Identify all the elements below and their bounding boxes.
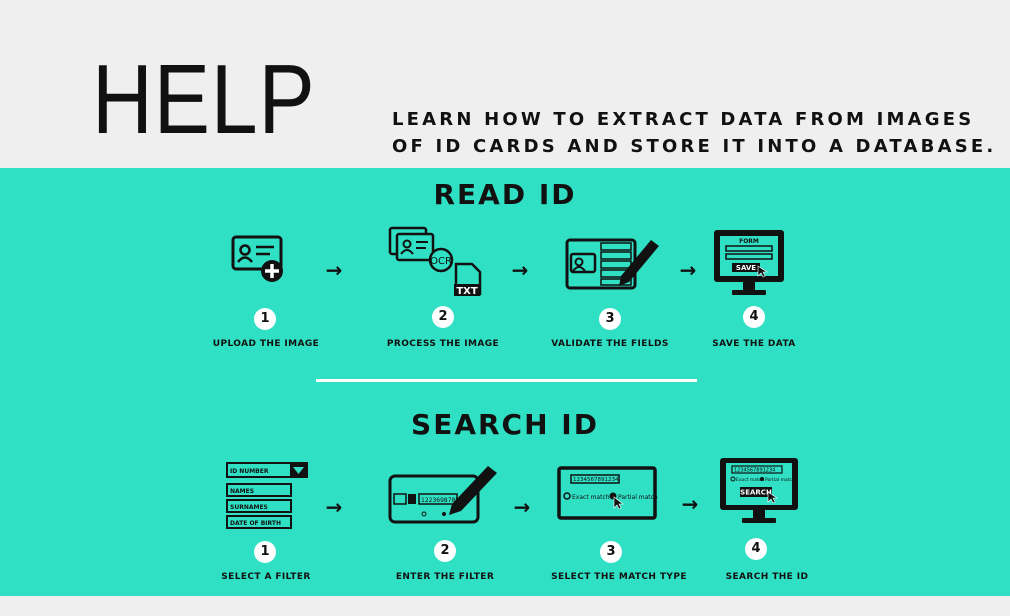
footer-strip (0, 596, 1010, 616)
save-label: SAVE (736, 264, 756, 272)
read-arrow-1: → (325, 258, 343, 282)
search-step-4-number: 4 (745, 538, 767, 560)
read-step-2-number: 2 (432, 306, 454, 328)
read-step-3-caption: VALIDATE THE FIELDS (551, 339, 669, 349)
read-arrow-2: → (511, 258, 529, 282)
instructions-panel (0, 168, 1010, 596)
match-type-icon: 1234567891234 Exact match Partial match (557, 466, 658, 520)
search-step-1-number: 1 (254, 541, 276, 563)
read-step-1-caption: UPLOAD THE IMAGE (212, 339, 320, 349)
subtitle-line-2: OF ID CARDS AND STORE IT INTO A DATABASE… (392, 136, 997, 157)
filter-list-icon: ID NUMBER NAMES SURNAMES DATE OF BIRTH (226, 462, 308, 529)
filter-option-date-of-birth: DATE OF BIRTH (230, 520, 281, 527)
card-input-edit-icon: 12236987896 (388, 466, 497, 524)
ocr-label: OCR (430, 256, 452, 267)
match-value: 1234567891234 (573, 477, 619, 483)
txt-label: TXT (456, 286, 478, 297)
search-option-partial: Partial match (765, 477, 795, 483)
subtitle-line-1: LEARN HOW TO EXTRACT DATA FROM IMAGES (392, 109, 975, 130)
read-step-4-caption: SAVE THE DATA (712, 339, 796, 349)
read-arrow-3: → (679, 258, 697, 282)
page-subtitle: LEARN HOW TO EXTRACT DATA FROM IMAGES OF… (392, 106, 996, 160)
search-step-3-caption: SELECT THE MATCH TYPE (551, 572, 687, 582)
search-button-label: SEARCH (740, 489, 772, 497)
filter-option-surnames: SURNAMES (230, 504, 268, 511)
search-step-2-number: 2 (434, 540, 456, 562)
option-partial-match: Partial match (618, 494, 658, 501)
id-card-add-icon (231, 235, 283, 282)
header: HELP LEARN HOW TO EXTRACT DATA FROM IMAG… (0, 0, 1010, 168)
read-step-4-number: 4 (743, 306, 765, 328)
read-id-title: READ ID (433, 178, 577, 211)
search-value: 1234567891234 (734, 468, 775, 474)
search-option-exact: Exact match (736, 477, 764, 483)
section-divider (316, 379, 697, 382)
search-step-1-caption: SELECT A FILTER (221, 572, 311, 582)
filter-option-names: NAMES (230, 488, 254, 495)
ocr-txt-icon: OCR TXT (388, 226, 482, 297)
search-arrow-3: → (681, 492, 699, 516)
search-id-title: SEARCH ID (411, 408, 599, 441)
page-title: HELP (92, 44, 316, 154)
read-step-3-number: 3 (599, 308, 621, 330)
read-step-2-caption: PROCESS THE IMAGE (386, 339, 500, 349)
monitor-form-save-icon: FORM SAVE (714, 230, 784, 295)
read-step-1-number: 1 (254, 308, 276, 330)
search-arrow-2: → (513, 495, 531, 519)
option-exact-match: Exact match (572, 494, 610, 501)
id-card-edit-icon (565, 238, 659, 290)
search-arrow-1: → (325, 495, 343, 519)
monitor-search-icon: 1234567891234 Exact match Partial match … (720, 458, 798, 523)
search-step-2-caption: ENTER THE FILTER (395, 572, 495, 582)
search-step-4-caption: SEARCH THE ID (725, 572, 809, 582)
search-step-3-number: 3 (600, 541, 622, 563)
filter-option-id-number: ID NUMBER (230, 468, 269, 475)
form-label: FORM (739, 238, 759, 245)
